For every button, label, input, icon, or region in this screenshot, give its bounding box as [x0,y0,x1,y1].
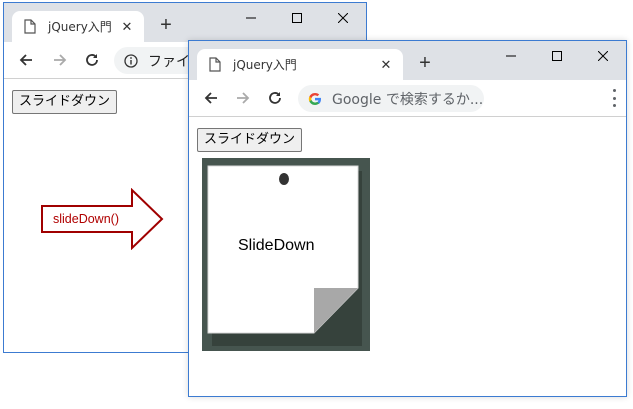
menu-icon[interactable] [612,89,616,107]
minimize-icon[interactable] [228,3,274,33]
window-controls [488,41,626,71]
back-icon[interactable] [16,50,36,70]
tab-title: jQuery入門 [233,58,297,72]
tab-title: jQuery入門 [48,20,112,34]
address-bar[interactable]: Google で検索するか... [298,85,484,112]
back-icon[interactable] [201,88,221,108]
note-text: SlideDown [238,237,315,254]
google-icon [308,92,321,105]
new-tab-icon[interactable]: + [156,15,176,35]
minimize-icon[interactable] [488,41,534,71]
info-icon[interactable] [124,53,138,68]
close-icon[interactable]: ✕ [379,57,393,73]
title-bar: jQuery入門 ✕ + [189,41,626,80]
window-controls [228,3,366,33]
slidedown-annotation: slideDown() [53,212,119,226]
page-icon [209,57,221,72]
maximize-icon[interactable] [274,3,320,33]
close-icon[interactable]: ✕ [120,19,134,35]
forward-icon[interactable] [50,50,70,70]
title-bar: jQuery入門 ✕ + [4,3,366,42]
browser-toolbar: Google で検索するか... [189,80,626,117]
window-close-icon[interactable] [580,41,626,71]
forward-icon[interactable] [233,88,253,108]
maximize-icon[interactable] [534,41,580,71]
reload-icon[interactable] [82,50,102,70]
reload-icon[interactable] [265,88,285,108]
sticky-note-image: SlideDown [202,158,370,351]
slide-down-button[interactable]: スライドダウン [197,128,303,152]
browser-tab[interactable]: jQuery入門 ✕ [12,11,144,42]
window-close-icon[interactable] [320,3,366,33]
page-icon [24,19,36,34]
browser-tab[interactable]: jQuery入門 ✕ [197,49,403,80]
new-tab-icon[interactable]: + [415,53,435,73]
front-browser-window: jQuery入門 ✕ + Google で検索するか... スライドダウン Sl… [188,40,627,397]
search-placeholder: Google で検索するか... [332,91,484,108]
slide-down-button[interactable]: スライドダウン [12,90,118,114]
